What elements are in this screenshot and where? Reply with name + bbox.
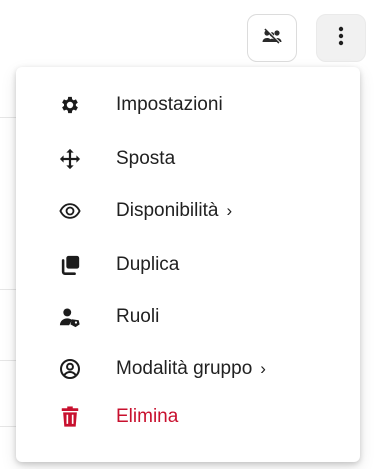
menu-item-ruoli[interactable]: Ruoli [16,291,360,343]
menu-item-label: Disponibilità › [116,200,233,221]
menu-item-impostazioni[interactable]: Impostazioni [16,79,360,131]
move-icon [58,147,82,171]
menu-item-elimina[interactable]: Elimina [16,391,360,443]
menu-item-label: Duplica [116,254,180,275]
group-mode-button[interactable] [247,14,297,62]
background-divider [0,426,16,427]
chevron-right-icon: › [226,201,233,220]
background-divider [0,289,16,290]
menu-item-disponibilita[interactable]: Disponibilità › [16,185,360,237]
background-divider [0,360,16,361]
menu-item-modalita-gruppo[interactable]: Modalità gruppo › [16,343,360,395]
more-vertical-icon [338,26,344,51]
menu-item-label: Impostazioni [116,94,223,115]
context-menu: Impostazioni Sposta Disponibilità › Dupl… [16,67,360,462]
background-divider [0,117,16,118]
groups-off-icon [261,26,283,51]
account-circle-icon [58,357,82,381]
gear-icon [58,93,82,117]
menu-item-label: Modalità gruppo › [116,358,266,379]
chevron-right-icon: › [260,359,266,378]
menu-item-duplica[interactable]: Duplica [16,239,360,291]
menu-item-label: Elimina [116,406,179,427]
menu-item-label: Sposta [116,148,176,169]
menu-item-label: Ruoli [116,306,160,327]
eye-icon [58,199,82,223]
trash-icon [58,405,82,429]
user-roles-icon [58,305,82,329]
more-options-button[interactable] [316,14,366,62]
menu-item-sposta[interactable]: Sposta [16,133,360,185]
copy-icon [58,253,82,277]
